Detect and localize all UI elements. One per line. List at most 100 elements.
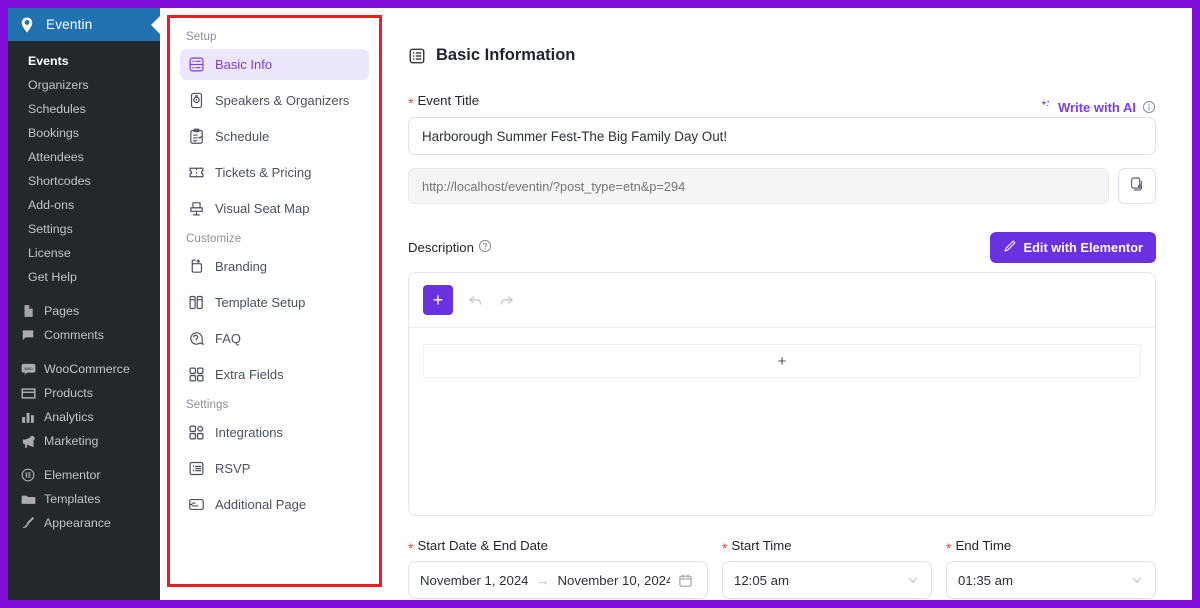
nav-item-faq[interactable]: FAQ <box>180 323 369 354</box>
nav-item-label: Branding <box>215 259 268 274</box>
nav-group-label-customize: Customize <box>186 233 242 245</box>
redo-icon[interactable] <box>498 292 515 309</box>
event-settings-nav-container: Setup Basic Info Speakers & Organizers S… <box>160 8 382 600</box>
sidebar-item-templates[interactable]: Templates <box>8 487 160 511</box>
end-time-value: 01:35 am <box>958 572 1013 588</box>
app-window: Eventin Events Organizers Schedules Book… <box>8 8 1192 600</box>
nav-item-label: Visual Seat Map <box>215 201 310 216</box>
elementor-button-label: Edit with Elementor <box>1023 240 1143 255</box>
nav-item-rsvp[interactable]: RSVP <box>180 453 369 484</box>
elementor-icon <box>20 467 36 483</box>
sidebar-item-elementor[interactable]: Elementor <box>8 463 160 487</box>
range-arrow-icon: → <box>536 572 550 588</box>
nav-item-label: RSVP <box>215 461 251 476</box>
sidebar-item-appearance[interactable]: Appearance <box>8 511 160 535</box>
event-settings-nav: Setup Basic Info Speakers & Organizers S… <box>167 15 382 587</box>
panel-header: Basic Information <box>408 46 1156 65</box>
sidebar-item-label: Analytics <box>44 410 94 424</box>
sidebar-item-attendees[interactable]: Attendees <box>8 145 160 169</box>
sidebar-item-label: Products <box>44 386 93 400</box>
sidebar-item-analytics[interactable]: Analytics <box>8 405 160 429</box>
rsvp-icon <box>188 460 205 477</box>
editor-toolbar: + <box>409 273 1155 328</box>
end-time-select[interactable]: 01:35 am <box>946 561 1156 599</box>
nav-item-label: Additional Page <box>215 497 307 512</box>
sidebar-item-label: Add-ons <box>28 198 75 212</box>
nav-item-label: Template Setup <box>215 295 306 310</box>
basic-information-icon <box>408 47 426 65</box>
analytics-icon <box>20 409 36 425</box>
schedule-icon <box>188 128 205 145</box>
pencil-icon <box>1003 239 1017 256</box>
info-icon[interactable] <box>1142 100 1156 114</box>
nav-item-speakers-organizers[interactable]: Speakers & Organizers <box>180 85 369 116</box>
start-time-value: 12:05 am <box>734 572 789 588</box>
editor-canvas[interactable]: + <box>409 328 1155 515</box>
sidebar-item-label: Shortcodes <box>28 174 91 188</box>
sidebar-item-shortcodes[interactable]: Shortcodes <box>8 169 160 193</box>
sidebar-item-label: Settings <box>28 222 73 236</box>
start-time-select[interactable]: 12:05 am <box>722 561 932 599</box>
sidebar-item-label: Events <box>28 54 69 68</box>
sidebar-item-label: Schedules <box>28 102 86 116</box>
sidebar-item-license[interactable]: License <box>8 241 160 265</box>
label-text: Start Time <box>731 538 792 553</box>
eventin-brand-header[interactable]: Eventin <box>8 8 160 41</box>
calendar-icon[interactable] <box>678 573 693 588</box>
sidebar-item-pages[interactable]: Pages <box>8 299 160 323</box>
event-title-label: * Event Title <box>408 93 479 111</box>
sidebar-item-organizers[interactable]: Organizers <box>8 73 160 97</box>
nav-item-label: Basic Info <box>215 57 273 72</box>
permalink-input[interactable] <box>408 168 1109 204</box>
sidebar-item-comments[interactable]: Comments <box>8 323 160 347</box>
sidebar-item-events[interactable]: Events <box>8 49 160 73</box>
required-asterisk: * <box>408 539 414 556</box>
edit-with-elementor-button[interactable]: Edit with Elementor <box>989 232 1156 263</box>
wordpress-admin-sidebar: Eventin Events Organizers Schedules Book… <box>8 8 160 600</box>
sidebar-item-label: Organizers <box>28 78 89 92</box>
sidebar-item-bookings[interactable]: Bookings <box>8 121 160 145</box>
empty-block-appender[interactable]: + <box>423 344 1141 378</box>
sidebar-item-settings[interactable]: Settings <box>8 217 160 241</box>
chevron-down-icon <box>1130 573 1144 587</box>
nav-item-tickets-pricing[interactable]: Tickets & Pricing <box>180 157 369 188</box>
nav-item-integrations[interactable]: Integrations <box>180 417 369 448</box>
date-range-input[interactable]: November 1, 2024 → November 10, 2024 <box>408 561 708 599</box>
add-block-button[interactable]: + <box>423 285 453 315</box>
write-with-ai-button[interactable]: Write with AI <box>1039 99 1156 115</box>
start-time-field-group: * Start Time 12:05 am <box>722 538 932 599</box>
main-content: Basic Information * Event Title Write wi… <box>382 8 1192 600</box>
required-asterisk: * <box>408 94 414 111</box>
label-text: Description <box>408 240 474 255</box>
sidebar-item-get-help[interactable]: Get Help <box>8 265 160 289</box>
date-range-label: * Start Date & End Date <box>408 538 708 556</box>
description-label: Description <box>408 239 492 256</box>
nav-item-schedule[interactable]: Schedule <box>180 121 369 152</box>
nav-item-visual-seat-map[interactable]: Visual Seat Map <box>180 193 369 224</box>
permalink-row <box>408 168 1156 204</box>
sidebar-item-marketing[interactable]: Marketing <box>8 429 160 453</box>
end-time-label: * End Time <box>946 538 1156 555</box>
nav-item-basic-info[interactable]: Basic Info <box>180 49 369 80</box>
integrations-icon <box>188 424 205 441</box>
sidebar-item-label: Attendees <box>28 150 84 164</box>
nav-item-extra-fields[interactable]: Extra Fields <box>180 359 369 390</box>
nav-item-branding[interactable]: Branding <box>180 251 369 282</box>
event-title-input[interactable] <box>408 117 1156 155</box>
undo-icon[interactable] <box>467 292 484 309</box>
copy-permalink-button[interactable] <box>1118 168 1156 204</box>
sidebar-item-products[interactable]: Products <box>8 381 160 405</box>
nav-item-additional-page[interactable]: Additional Page <box>180 489 369 520</box>
help-icon[interactable] <box>478 239 492 256</box>
sidebar-item-label: WooCommerce <box>44 362 130 376</box>
sidebar-item-label: Bookings <box>28 126 79 140</box>
brand-label: Eventin <box>46 17 93 32</box>
sidebar-item-woocommerce[interactable]: woo WooCommerce <box>8 357 160 381</box>
sidebar-item-add-ons[interactable]: Add-ons <box>8 193 160 217</box>
templates-icon <box>20 491 36 507</box>
sidebar-item-schedules[interactable]: Schedules <box>8 97 160 121</box>
sidebar-divider <box>8 347 160 357</box>
nav-item-template-setup[interactable]: Template Setup <box>180 287 369 318</box>
wp-menu-group-commerce: woo WooCommerce Products Analytics Marke… <box>8 357 160 453</box>
nav-item-label: Speakers & Organizers <box>215 93 350 108</box>
